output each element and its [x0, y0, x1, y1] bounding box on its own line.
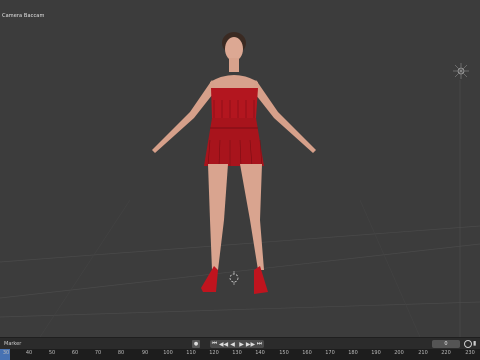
ruler-tick: 30: [2, 350, 10, 356]
ruler-tick: 100: [163, 350, 173, 356]
playback-controls: ⏮ ◀◀ ◀ ▶ ▶▶ ⏭: [210, 340, 264, 348]
ruler-tick: 110: [186, 350, 196, 356]
frame-ruler[interactable]: 30 40 50 60 70 80 90 100 110 120 130 140…: [0, 349, 480, 360]
ruler-tick: 50: [48, 350, 56, 356]
jump-start-icon[interactable]: ⏮: [210, 340, 219, 348]
keyframe-record-button[interactable]: ●: [192, 340, 200, 348]
marker-menu[interactable]: Marker: [4, 341, 21, 347]
ruler-tick: 90: [141, 350, 149, 356]
ruler-tick: 70: [94, 350, 102, 356]
ruler-tick: 170: [325, 350, 335, 356]
clock-icon[interactable]: [464, 340, 472, 348]
ruler-tick: 210: [418, 350, 428, 356]
range-end-icon[interactable]: ▮: [473, 340, 478, 347]
ruler-tick: 40: [25, 350, 33, 356]
ruler-tick: 190: [371, 350, 381, 356]
ruler-tick: 230: [465, 350, 475, 356]
play-reverse-icon[interactable]: ◀: [228, 340, 237, 348]
ruler-tick: 200: [394, 350, 404, 356]
ruler-tick: 220: [441, 350, 451, 356]
play-icon[interactable]: ▶: [237, 340, 246, 348]
ruler-tick: 160: [302, 350, 312, 356]
3d-viewport[interactable]: Camera Baccam: [0, 0, 480, 337]
ruler-tick: 130: [232, 350, 242, 356]
light-icon[interactable]: [0, 0, 480, 337]
ruler-tick: 180: [348, 350, 358, 356]
ruler-tick: 140: [255, 350, 265, 356]
jump-next-key-icon[interactable]: ▶▶: [246, 340, 255, 348]
jump-end-icon[interactable]: ⏭: [255, 340, 264, 348]
ruler-tick: 60: [71, 350, 79, 356]
current-frame-field[interactable]: 0: [432, 340, 460, 348]
ruler-tick: 80: [117, 350, 125, 356]
ruler-tick: 150: [279, 350, 289, 356]
ruler-tick: 120: [209, 350, 219, 356]
jump-prev-key-icon[interactable]: ◀◀: [219, 340, 228, 348]
